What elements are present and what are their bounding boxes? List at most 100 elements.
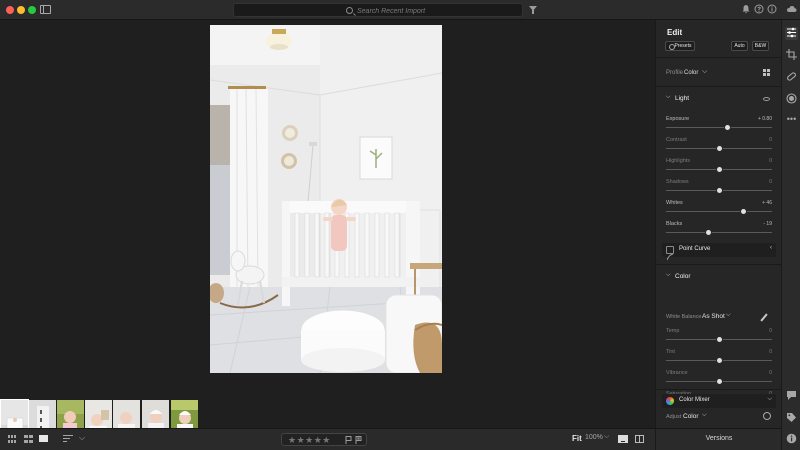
panel-title: Edit [667, 28, 683, 37]
search-input[interactable] [357, 4, 517, 18]
slider-handle[interactable] [705, 229, 713, 236]
chevron-down-icon[interactable]: ⌵ [666, 94, 671, 101]
tag-icon[interactable] [785, 412, 798, 425]
slider-handle[interactable] [716, 357, 723, 364]
star-rating[interactable]: ★★★★★ [288, 434, 331, 446]
slider-value[interactable]: 0 [769, 158, 772, 164]
slider-value[interactable]: 0 [769, 349, 772, 355]
slider-value[interactable]: + 0.80 [758, 116, 772, 122]
point-curve-label: Point Curve [679, 246, 711, 252]
cloud-sync-icon[interactable] [785, 4, 797, 16]
search-box[interactable] [233, 3, 523, 18]
adjust-select[interactable]: Color [683, 413, 699, 420]
eye-icon[interactable] [763, 97, 770, 101]
chevron-down-icon[interactable]: ⌵ [702, 412, 707, 419]
divider [656, 86, 782, 87]
pick-flag-icon[interactable] [345, 436, 352, 444]
slider-handle[interactable] [716, 166, 723, 173]
edit-panel: Edit Presets Auto B&W Profile Color ⌵ ⌵ … [655, 20, 782, 450]
white-balance-label: White Balance [666, 314, 702, 320]
slider-temp[interactable]: Temp 0 [666, 328, 772, 348]
versions-bar[interactable]: Versions [655, 428, 781, 450]
slider-vibrance[interactable]: Vibrance 0 [666, 370, 772, 390]
slider-value[interactable]: 0 [769, 179, 772, 185]
slider-value[interactable]: - 19 [763, 221, 772, 227]
close-window-button[interactable] [6, 6, 14, 14]
detail-view-icon[interactable] [39, 435, 48, 442]
slider-handle[interactable] [716, 378, 723, 385]
mask-icon[interactable] [785, 93, 798, 106]
slider-track[interactable] [666, 127, 772, 128]
white-balance-select[interactable]: As Shot [702, 313, 725, 320]
slider-handle[interactable] [724, 124, 732, 131]
reject-flag-icon[interactable] [355, 436, 362, 444]
help-icon[interactable] [753, 4, 765, 16]
slider-label: Temp [666, 328, 680, 334]
presets-button[interactable]: Presets [665, 41, 695, 51]
minimize-window-button[interactable] [17, 6, 25, 14]
sliders-icon[interactable] [785, 27, 798, 40]
slider-value[interactable]: + 46 [762, 200, 772, 206]
slider-label: Whites [666, 200, 683, 206]
adjust-label: Adjust [666, 414, 682, 420]
slider-handle[interactable] [716, 145, 723, 152]
slider-label: Tint [666, 349, 675, 355]
square-grid-view-icon[interactable] [24, 435, 33, 443]
slider-handle[interactable] [716, 336, 723, 343]
sidebar-toggle-icon[interactable] [40, 5, 51, 14]
bw-button[interactable]: B&W [752, 41, 769, 51]
info-icon[interactable] [785, 433, 798, 446]
show-original-icon[interactable] [618, 435, 628, 443]
filter-icon[interactable] [529, 6, 537, 14]
slider-value[interactable]: 0 [769, 328, 772, 334]
slider-whites[interactable]: Whites + 46 [666, 200, 772, 220]
slider-blacks[interactable]: Blacks - 19 [666, 221, 772, 241]
slider-shadows[interactable]: Shadows 0 [666, 179, 772, 199]
profile-label: Profile [666, 70, 684, 76]
slider-track[interactable] [666, 232, 772, 233]
bell-icon[interactable] [740, 4, 752, 16]
comment-icon[interactable] [785, 390, 798, 403]
chevron-down-icon[interactable]: ⌵ [702, 68, 707, 76]
divider [656, 389, 782, 390]
sort-icon[interactable] [63, 435, 73, 443]
versions-label[interactable]: Versions [656, 435, 782, 442]
slider-handle[interactable] [740, 208, 748, 215]
before-after-icon[interactable] [635, 435, 644, 443]
chevron-down-icon[interactable]: ⌵ [666, 272, 671, 279]
zoom-window-button[interactable] [28, 6, 36, 14]
chevron-down-icon[interactable]: ⌵ [726, 312, 731, 319]
target-adjustment-icon[interactable] [763, 412, 771, 420]
slider-contrast[interactable]: Contrast 0 [666, 137, 772, 157]
crop-icon[interactable] [785, 49, 798, 62]
slider-handle[interactable] [716, 187, 723, 194]
profile-browser-icon[interactable] [763, 69, 770, 76]
profile-select[interactable]: Color [684, 70, 698, 76]
slider-exposure[interactable]: Exposure + 0.80 [666, 116, 772, 136]
rating-flag-box: ★★★★★ [281, 433, 367, 446]
fit-zoom-button[interactable]: Fit [572, 434, 582, 443]
info-icon[interactable] [766, 4, 778, 16]
zoom-chevron-icon[interactable]: ⌵ [604, 433, 609, 441]
more-icon[interactable]: ••• [785, 113, 798, 126]
curve-icon [666, 246, 674, 261]
sort-chevron-icon[interactable]: ⌵ [79, 433, 85, 443]
point-curve-row[interactable]: Point Curve ‹ [662, 243, 776, 261]
bottom-toolbar: ⌵ ★★★★★ Fit 100% ⌵ [0, 428, 655, 450]
slider-track[interactable] [666, 211, 772, 212]
slider-label: Exposure [666, 116, 690, 122]
slider-highlights[interactable]: Highlights 0 [666, 158, 772, 178]
color-mixer-row[interactable]: Color Mixer ⌵ [662, 394, 776, 408]
slider-value[interactable]: 0 [769, 370, 772, 376]
eyedropper-icon[interactable] [760, 313, 768, 322]
light-section-title[interactable]: Light [675, 95, 689, 102]
slider-value[interactable]: 0 [769, 137, 772, 143]
grid-view-icon[interactable] [8, 435, 18, 443]
auto-button[interactable]: Auto [731, 41, 748, 51]
slider-tint[interactable]: Tint 0 [666, 349, 772, 369]
zoom-level[interactable]: 100% [585, 434, 603, 441]
main-photo[interactable] [210, 25, 442, 373]
healing-icon[interactable] [785, 71, 798, 84]
color-section-title[interactable]: Color [675, 273, 691, 280]
photo-canvas[interactable] [0, 20, 655, 441]
